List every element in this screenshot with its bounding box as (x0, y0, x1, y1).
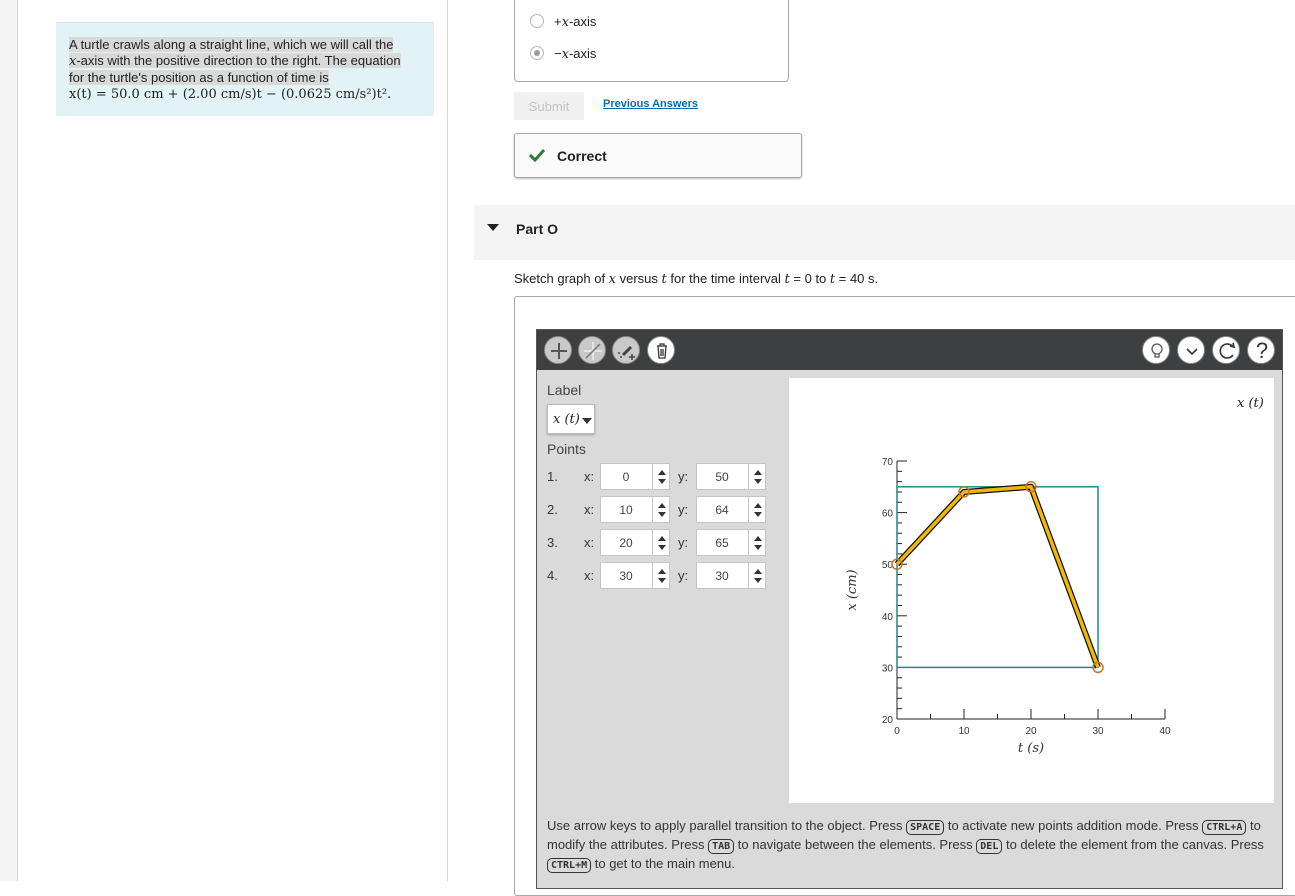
point-number: 1. (547, 469, 558, 484)
key-space: SPACE (906, 820, 945, 835)
increment-icon (754, 569, 762, 574)
point-x-input[interactable]: 10 (600, 496, 670, 523)
point-y-input[interactable]: 50 (696, 463, 766, 490)
keyboard-help: Use arrow keys to apply parallel transit… (547, 818, 1264, 873)
direction-choices (514, 0, 789, 82)
choice-negative-x[interactable]: −x-axis (554, 46, 596, 62)
point-y-input[interactable]: 30 (696, 562, 766, 589)
point-x-input[interactable]: 20 (600, 529, 670, 556)
x-label: x: (584, 469, 595, 484)
y-label: y: (678, 568, 689, 583)
x-tick-label: 30 (1092, 726, 1104, 737)
problem-line-1: A turtle crawls along a straight line, w… (69, 37, 394, 52)
increment-icon (658, 569, 666, 574)
y-axis-label: x (cm) (845, 569, 860, 610)
reset-icon[interactable] (1212, 336, 1240, 364)
x-tick-label: 0 (894, 726, 900, 737)
bounding-box (896, 486, 1099, 669)
curve-label: x (t) (1237, 396, 1264, 411)
x-axis-label: t (s) (1018, 741, 1044, 756)
add-line-icon[interactable] (578, 336, 606, 364)
problem-line-2: -axis with the positive direction to the… (76, 53, 401, 68)
decrement-icon (754, 512, 762, 517)
x-label: x: (584, 568, 595, 583)
increment-icon (658, 470, 666, 475)
part-o-instruction: Sketch graph of x versus t for the time … (514, 271, 879, 287)
problem-line-3: for the turtle's position as a function … (69, 70, 329, 85)
graph-svg[interactable]: 2030405060700 10 20 30 40t (s)x (cm) (789, 378, 1274, 803)
left-rail (0, 0, 18, 881)
hint-bulb-icon[interactable] (1142, 336, 1170, 364)
y-tick-label: 70 (882, 457, 894, 468)
y-tick-label: 30 (882, 663, 894, 674)
decrement-icon (658, 479, 666, 484)
key-tab: TAB (708, 839, 735, 854)
series-line (895, 485, 1100, 669)
x-tick-label: 40 (1159, 726, 1171, 737)
position-equation: x(t) = 50.0 cm + (2.00 cm/s)t − (0.0625 … (69, 87, 392, 102)
help-icon[interactable]: ? (1247, 336, 1275, 364)
increment-icon (754, 470, 762, 475)
check-icon (529, 148, 545, 162)
x-label: x: (584, 502, 595, 517)
column-divider (447, 0, 448, 881)
point-x-input[interactable]: 30 (600, 562, 670, 589)
point-number: 3. (547, 535, 558, 550)
point-number: 4. (547, 568, 558, 583)
x-label: x: (584, 535, 595, 550)
decrement-icon (658, 545, 666, 550)
key-del: DEL (976, 839, 1003, 854)
point-y-input[interactable]: 64 (696, 496, 766, 523)
x-tick-label: 10 (958, 726, 970, 737)
point-x-input[interactable]: 0 (600, 463, 670, 490)
radio-negative-x[interactable] (530, 46, 544, 60)
point-y-input[interactable]: 65 (696, 529, 766, 556)
series-line-outline (894, 483, 1101, 669)
y-tick-label: 60 (882, 509, 894, 520)
dropdown-arrow-icon (582, 418, 592, 424)
increment-icon (658, 536, 666, 541)
eraser-add-icon[interactable] (612, 336, 640, 364)
y-tick-label: 40 (882, 612, 894, 623)
key-ctrl-a: CTRL+A (1202, 820, 1247, 835)
part-o-title: Part O (516, 221, 559, 237)
graph-canvas[interactable]: 20 30 40 50 60 70 0 10 20 30 40 t (s) x (cm) (789, 378, 1274, 803)
decrement-icon (754, 479, 762, 484)
correct-feedback: Correct (514, 133, 802, 178)
chevron-down-icon[interactable] (1177, 336, 1205, 364)
previous-answers-link[interactable]: Previous Answers (603, 98, 698, 110)
x-tick-label: 20 (1025, 726, 1037, 737)
collapse-caret-icon[interactable] (487, 224, 499, 231)
decrement-icon (754, 578, 762, 583)
points-heading: Points (547, 441, 586, 457)
increment-icon (658, 503, 666, 508)
decrement-icon (658, 512, 666, 517)
key-ctrl-m: CTRL+M (547, 858, 592, 873)
radio-positive-x[interactable] (530, 14, 544, 28)
point-number: 2. (547, 502, 558, 517)
y-label: y: (678, 502, 689, 517)
y-label: y: (678, 535, 689, 550)
decrement-icon (754, 545, 762, 550)
decrement-icon (658, 578, 666, 583)
correct-label: Correct (557, 148, 607, 164)
label-select-value: x (t) (553, 412, 580, 427)
choice-positive-x[interactable]: +x-axis (554, 14, 596, 30)
problem-statement: A turtle crawls along a straight line, w… (56, 22, 434, 116)
y-tick-label: 20 (882, 715, 894, 726)
label-heading: Label (547, 382, 582, 398)
help-symbol: ? (1255, 338, 1269, 363)
trash-icon[interactable] (647, 336, 675, 364)
y-label: y: (678, 469, 689, 484)
increment-icon (754, 503, 762, 508)
increment-icon (754, 536, 762, 541)
label-select[interactable]: x (t) (547, 404, 595, 434)
add-point-icon[interactable] (544, 336, 572, 364)
submit-button[interactable]: Submit (514, 92, 584, 120)
part-o-header[interactable] (474, 205, 1295, 260)
